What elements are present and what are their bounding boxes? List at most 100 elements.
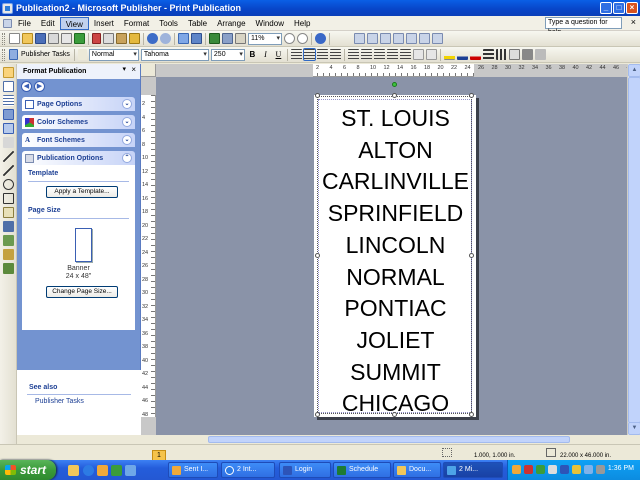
quicklaunch-desktop-icon[interactable] — [125, 465, 136, 476]
change-page-size-button[interactable]: Change Page Size... — [46, 286, 118, 298]
dash-style-icon[interactable] — [495, 49, 507, 60]
city-line[interactable]: PONTIAC — [318, 293, 473, 325]
document-close-icon[interactable]: × — [631, 17, 636, 27]
toolbar-grip[interactable] — [2, 32, 5, 45]
tray-security-icon[interactable] — [572, 465, 581, 474]
expand-chevron-icon[interactable]: ⌄ — [122, 117, 132, 127]
tray-update-icon[interactable] — [560, 465, 569, 474]
city-line[interactable]: CARLINVILLE — [318, 166, 473, 198]
task-internet-explorer[interactable]: 2 Int... — [221, 462, 275, 478]
flip-icon[interactable] — [419, 33, 430, 44]
resize-handle-s[interactable] — [392, 412, 397, 417]
crop-icon[interactable] — [432, 33, 443, 44]
publisher-tasks-button[interactable]: Publisher Tasks — [21, 51, 70, 58]
menu-tools[interactable]: Tools — [154, 17, 183, 30]
zoom-select[interactable]: 11% — [248, 32, 282, 45]
undo-icon[interactable] — [147, 33, 158, 44]
numbering-icon[interactable] — [360, 49, 372, 60]
workspace[interactable]: ST. LOUIS ALTON CARLINVILLE SPRINFIELD LINCO… — [156, 77, 627, 435]
task-schedule[interactable]: Schedule — [333, 462, 391, 478]
zoom-in-icon[interactable] — [297, 33, 308, 44]
city-line[interactable]: ALTON — [318, 135, 473, 167]
help-icon[interactable] — [315, 33, 326, 44]
vertical-scrollbar[interactable]: ▲ ▼ — [627, 64, 640, 435]
task-sent-items[interactable]: Sent I... — [168, 462, 218, 478]
menu-format[interactable]: Format — [119, 17, 154, 30]
menu-help[interactable]: Help — [289, 17, 315, 30]
close-button[interactable]: × — [626, 2, 638, 14]
underline-button[interactable]: U — [273, 49, 284, 60]
toolbar-grip[interactable] — [2, 48, 5, 61]
3d-style-icon[interactable] — [534, 49, 546, 60]
tray-messenger-icon[interactable] — [584, 465, 593, 474]
font-select[interactable]: Tahoma — [140, 48, 209, 61]
section-publication-options[interactable]: Publication Options ⌃ — [22, 151, 135, 165]
section-font-schemes[interactable]: A Font Schemes ⌄ — [22, 133, 135, 147]
quicklaunch-media-icon[interactable] — [111, 465, 122, 476]
task-login[interactable]: Login — [279, 462, 331, 478]
help-search-input[interactable]: Type a question for help — [545, 17, 622, 36]
picture-frame-icon[interactable] — [3, 123, 14, 134]
rotation-handle[interactable] — [392, 82, 397, 87]
special-characters-icon[interactable] — [235, 33, 246, 44]
tray-outlook-icon[interactable] — [512, 465, 521, 474]
menu-file[interactable]: File — [13, 17, 36, 30]
insert-table-tool-icon[interactable] — [3, 95, 14, 106]
print-preview-icon[interactable] — [61, 33, 72, 44]
design-gallery-icon[interactable] — [3, 263, 14, 274]
hyperlink-icon[interactable] — [354, 33, 365, 44]
select-pointer-icon[interactable] — [3, 67, 14, 78]
menu-table[interactable]: Table — [183, 17, 212, 30]
banner-page[interactable]: ST. LOUIS ALTON CARLINVILLE SPRINFIELD LINCO… — [314, 82, 476, 417]
line-spacing-icon[interactable] — [347, 49, 359, 60]
arrow-style-icon[interactable] — [508, 49, 520, 60]
wordart-icon[interactable] — [3, 109, 14, 120]
quicklaunch-ie-icon[interactable] — [83, 465, 94, 476]
font-color-icon[interactable] — [469, 49, 481, 60]
resize-handle-w[interactable] — [315, 253, 320, 258]
resize-handle-e[interactable] — [469, 253, 474, 258]
apply-template-button[interactable]: Apply a Template... — [46, 186, 118, 198]
quicklaunch-folder-icon[interactable] — [68, 465, 79, 476]
paste-icon[interactable] — [116, 33, 127, 44]
decrease-indent-icon[interactable] — [386, 49, 398, 60]
line-color-icon[interactable] — [456, 49, 468, 60]
city-line[interactable]: SPRINFIELD — [318, 198, 473, 230]
city-line[interactable]: LINCOLN — [318, 230, 473, 262]
menu-insert[interactable]: Insert — [89, 17, 119, 30]
rotate-icon[interactable] — [191, 33, 202, 44]
style-select[interactable]: Normal — [88, 48, 139, 61]
columns-icon[interactable] — [222, 33, 233, 44]
italic-button[interactable]: I — [260, 49, 271, 60]
tray-keyboard-icon[interactable] — [596, 465, 605, 474]
section-page-options[interactable]: Page Options ⌄ — [22, 97, 135, 111]
redo-icon[interactable] — [160, 33, 171, 44]
format-painter-icon[interactable] — [129, 33, 140, 44]
resize-handle-nw[interactable] — [315, 93, 320, 98]
save-icon[interactable] — [35, 33, 46, 44]
menu-edit[interactable]: Edit — [36, 17, 60, 30]
horizontal-scroll-thumb[interactable] — [208, 436, 570, 443]
shadow-style-icon[interactable] — [521, 49, 533, 60]
print-icon[interactable] — [48, 33, 59, 44]
publisher-tasks-link[interactable]: Publisher Tasks — [35, 398, 84, 405]
menu-arrange[interactable]: Arrange — [212, 17, 250, 30]
task-pane-menu-icon[interactable]: ▾ — [122, 65, 126, 73]
arrow-tool-icon[interactable] — [3, 165, 14, 176]
city-line[interactable]: SUMMIT — [318, 357, 473, 389]
scroll-up-icon[interactable]: ▲ — [628, 64, 640, 77]
copy-icon[interactable] — [103, 33, 114, 44]
banner-thumbnail[interactable] — [75, 228, 92, 262]
rectangle-tool-icon[interactable] — [3, 193, 14, 204]
minimize-button[interactable]: _ — [600, 2, 612, 14]
forward-icon[interactable]: ▶ — [34, 80, 45, 92]
tray-antivirus-icon[interactable] — [524, 465, 533, 474]
line-tool-icon[interactable] — [3, 151, 14, 162]
line-style-icon[interactable] — [482, 49, 494, 60]
start-button[interactable]: start — [0, 460, 56, 480]
align-left-icon[interactable] — [290, 49, 302, 60]
tray-volume-icon[interactable] — [548, 465, 557, 474]
clip-art-icon[interactable] — [3, 137, 14, 148]
scroll-down-icon[interactable]: ▼ — [628, 422, 640, 435]
text-box-icon[interactable] — [3, 81, 14, 92]
